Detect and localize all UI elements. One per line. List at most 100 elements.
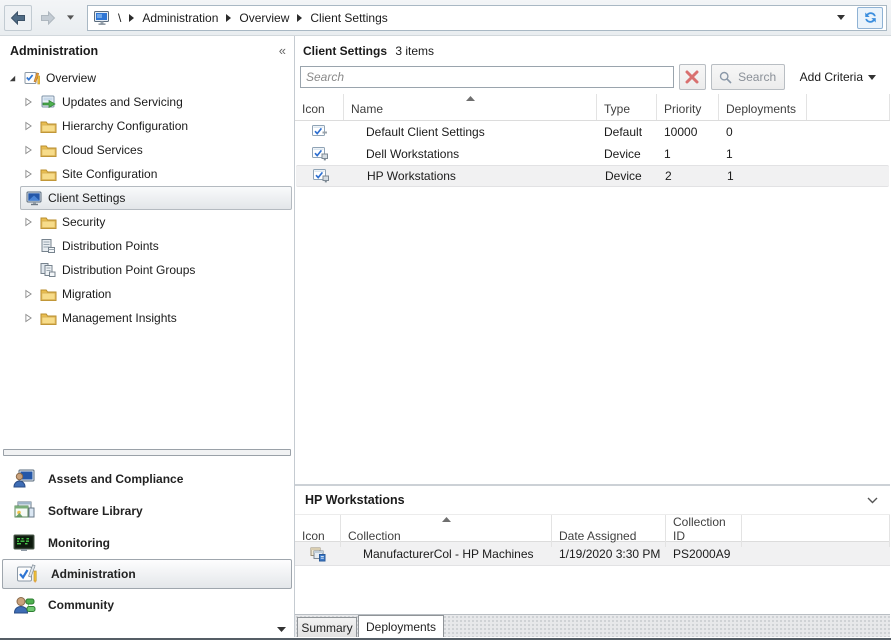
computer-icon: [94, 10, 110, 26]
breadcrumb-item-client-settings[interactable]: Client Settings: [308, 11, 389, 25]
main-pane: Client Settings 3 items: [295, 36, 890, 637]
expander-expanded-icon[interactable]: [6, 74, 18, 83]
column-header-type[interactable]: Type: [597, 94, 657, 120]
sidebar-item-updates-and-servicing[interactable]: Updates and Servicing: [0, 90, 294, 114]
search-icon: [719, 71, 732, 84]
detail-title: HP Workstations: [305, 493, 405, 507]
sidebar-item-client-settings[interactable]: Client Settings: [20, 186, 292, 210]
back-arrow-icon: [10, 11, 26, 25]
row-type: Device: [598, 169, 658, 183]
column-header-icon[interactable]: Icon: [295, 515, 341, 547]
expander-collapsed-icon[interactable]: [22, 121, 34, 131]
expander-collapsed-icon[interactable]: [22, 145, 34, 155]
sort-ascending-icon: [466, 96, 475, 101]
client-settings-icon: [25, 190, 43, 206]
search-bar: Search Add Criteria: [300, 64, 884, 90]
sidebar: Administration «: [0, 36, 295, 637]
sidebar-item-label: Management Insights: [62, 311, 177, 325]
workspace-label: Software Library: [48, 504, 143, 518]
navigation-toolbar: \ Administration Overview Client Setting…: [0, 0, 891, 36]
chevron-down-icon: [868, 75, 876, 80]
sidebar-item-cloud-services[interactable]: Cloud Services: [0, 138, 294, 162]
expander-collapsed-icon[interactable]: [22, 289, 34, 299]
column-header-deployments[interactable]: Deployments: [719, 94, 807, 120]
sort-ascending-icon: [442, 517, 451, 522]
table-row-default-client-settings[interactable]: Default Client Settings Default 10000 0: [295, 121, 890, 143]
table-row-hp-workstations[interactable]: HP Workstations Device 2 1: [296, 165, 889, 187]
column-header-collection-id[interactable]: Collection ID: [666, 515, 742, 547]
workspace-monitoring[interactable]: Monitoring: [0, 527, 294, 559]
detail-tabstrip: Summary Deployments: [295, 614, 890, 637]
expander-collapsed-icon[interactable]: [22, 97, 34, 107]
breadcrumb-item-administration[interactable]: Administration: [140, 11, 220, 25]
distribution-points-icon: [39, 238, 57, 254]
sidebar-item-label: Site Configuration: [62, 167, 157, 181]
history-dropdown-button[interactable]: [64, 15, 77, 20]
back-button[interactable]: [4, 5, 32, 31]
sccm-console-window: \ Administration Overview Client Setting…: [0, 0, 891, 640]
breadcrumb-root[interactable]: \: [116, 11, 123, 25]
sidebar-item-distribution-point-groups[interactable]: Distribution Point Groups: [0, 258, 294, 282]
distribution-point-groups-icon: [39, 262, 57, 278]
assets-and-compliance-icon: [12, 467, 36, 491]
row-collection-id: PS2000A9: [666, 547, 742, 561]
search-input[interactable]: [300, 66, 674, 88]
column-header-date-assigned[interactable]: Date Assigned: [552, 515, 666, 547]
sidebar-item-hierarchy-configuration[interactable]: Hierarchy Configuration: [0, 114, 294, 138]
folder-icon: [39, 215, 57, 230]
tab-deployments[interactable]: Deployments: [358, 615, 444, 637]
expander-collapsed-icon[interactable]: [22, 313, 34, 323]
forward-button[interactable]: [34, 5, 62, 31]
folder-icon: [39, 287, 57, 302]
sidebar-item-management-insights[interactable]: Management Insights: [0, 306, 294, 330]
sidebar-item-overview[interactable]: Overview: [0, 66, 294, 90]
workspace-assets-and-compliance[interactable]: Assets and Compliance: [0, 463, 294, 495]
sidebar-item-label: Distribution Points: [62, 239, 159, 253]
workspace-label: Community: [48, 598, 114, 612]
administration-icon: [15, 562, 39, 586]
workspace-splitter[interactable]: [3, 449, 291, 456]
column-header-priority[interactable]: Priority: [657, 94, 719, 120]
search-button-label: Search: [738, 70, 776, 84]
workspace-software-library[interactable]: Software Library: [0, 495, 294, 527]
refresh-button[interactable]: [857, 7, 883, 29]
row-name: HP Workstations: [345, 169, 598, 183]
row-type: Default: [597, 125, 657, 139]
row-deployments: 1: [720, 169, 808, 183]
column-header-blank: [807, 94, 890, 120]
search-button[interactable]: Search: [711, 64, 785, 90]
collapse-sidebar-icon[interactable]: «: [279, 46, 286, 56]
clear-search-button[interactable]: [679, 64, 706, 90]
sidebar-item-label: Overview: [46, 71, 96, 85]
collapse-detail-button[interactable]: [867, 497, 878, 504]
folder-icon: [39, 119, 57, 134]
workspace-administration[interactable]: Administration: [2, 559, 292, 589]
sidebar-item-site-configuration[interactable]: Site Configuration: [0, 162, 294, 186]
breadcrumb: \ Administration Overview Client Setting…: [87, 5, 887, 31]
sidebar-item-security[interactable]: Security: [0, 210, 294, 234]
breadcrumb-item-overview[interactable]: Overview: [237, 11, 291, 25]
folder-icon: [39, 311, 57, 326]
folder-icon: [39, 143, 57, 158]
refresh-icon: [863, 10, 878, 25]
folder-icon: [39, 167, 57, 182]
forward-arrow-icon: [40, 11, 56, 25]
breadcrumb-separator-icon: [297, 14, 302, 22]
tab-summary[interactable]: Summary: [297, 617, 357, 637]
workspace-community[interactable]: Community: [0, 589, 294, 621]
workspace-options-button[interactable]: [277, 627, 286, 632]
list-empty-area: [295, 187, 890, 484]
detail-empty-area: [295, 566, 890, 614]
software-library-icon: [12, 499, 36, 523]
sidebar-item-label: Migration: [62, 287, 111, 301]
table-row-dell-workstations[interactable]: Dell Workstations Device 1 1: [295, 143, 890, 165]
sidebar-item-distribution-points[interactable]: Distribution Points: [0, 234, 294, 258]
sidebar-item-migration[interactable]: Migration: [0, 282, 294, 306]
expander-collapsed-icon[interactable]: [22, 169, 34, 179]
add-criteria-button[interactable]: Add Criteria: [790, 70, 884, 84]
column-header-icon[interactable]: Icon: [295, 94, 344, 120]
list-items-count: 3 items: [395, 44, 434, 58]
breadcrumb-dropdown-button[interactable]: [831, 8, 851, 28]
expander-collapsed-icon[interactable]: [22, 217, 34, 227]
row-priority: 10000: [657, 125, 719, 139]
